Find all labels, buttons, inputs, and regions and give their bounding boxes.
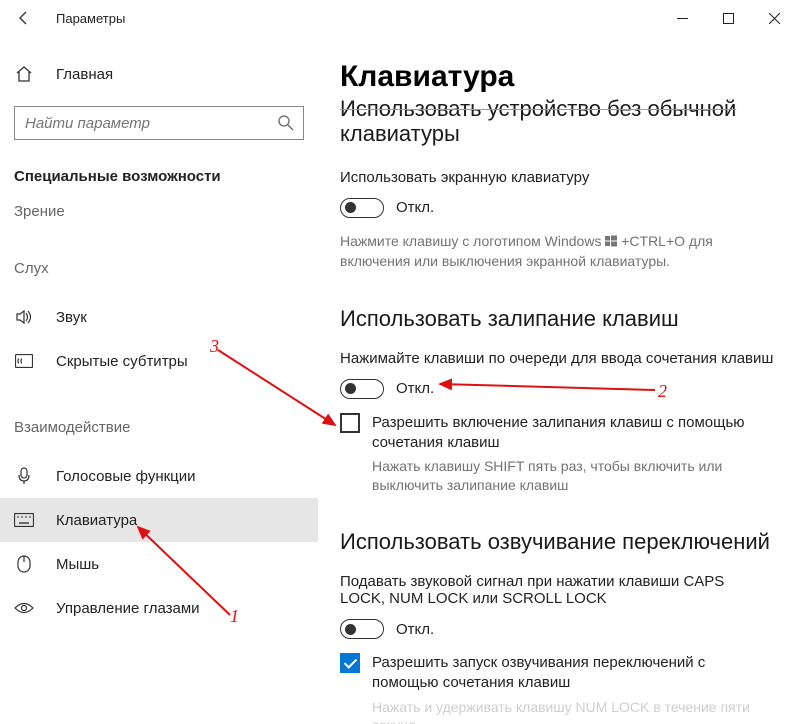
microphone-icon xyxy=(14,467,34,485)
togglekeys-toggle-state: Откл. xyxy=(396,621,434,638)
search-input-wrap[interactable] xyxy=(14,106,304,140)
speaker-icon xyxy=(14,308,34,326)
sidebar: Главная Специальные возможности Зрение С… xyxy=(0,36,318,724)
osk-hint: Нажмите клавишу с логотипом Windows +CTR… xyxy=(340,232,760,272)
arrow-left-icon xyxy=(16,10,32,26)
section-heading-sticky: Использовать залипание клавиш xyxy=(340,306,777,332)
mouse-icon xyxy=(14,555,34,573)
sidebar-item-label: Голосовые функции xyxy=(56,468,196,485)
sidebar-home[interactable]: Главная xyxy=(14,56,304,92)
togglekeys-setting-label: Подавать звуковой сигнал при нажатии кла… xyxy=(340,573,760,607)
sticky-toggle-state: Откл. xyxy=(396,380,434,397)
titlebar: Параметры xyxy=(0,0,797,36)
osk-toggle-state: Откл. xyxy=(396,199,434,216)
close-button[interactable] xyxy=(751,0,797,36)
sidebar-item-label: Скрытые субтитры xyxy=(56,353,188,370)
search-icon xyxy=(277,114,295,137)
windows-logo-icon xyxy=(605,233,617,253)
sticky-shortcut-label: Разрешить включение залипания клавиш с п… xyxy=(372,413,752,454)
sidebar-item-keyboard[interactable]: Клавиатура xyxy=(0,498,318,542)
sticky-setting-label: Нажимайте клавиши по очереди для ввода с… xyxy=(340,350,777,367)
page-title: Клавиатура xyxy=(340,60,777,94)
maximize-button[interactable] xyxy=(705,0,751,36)
sidebar-item-eye[interactable]: Управление глазами xyxy=(14,586,304,630)
sidebar-item-sound[interactable]: Звук xyxy=(14,295,304,339)
window-title: Параметры xyxy=(56,11,125,26)
sidebar-section-header: Специальные возможности xyxy=(14,168,304,185)
keyboard-icon xyxy=(14,513,34,527)
togglekeys-toggle[interactable] xyxy=(340,619,384,639)
sidebar-category-interaction: Взаимодействие xyxy=(14,419,304,436)
sidebar-home-label: Главная xyxy=(56,66,113,83)
togglekeys-shortcut-checkbox[interactable] xyxy=(340,653,360,673)
sidebar-item-label: Мышь xyxy=(56,556,99,573)
sidebar-category-vision: Зрение xyxy=(14,203,304,220)
home-icon xyxy=(14,65,34,83)
sidebar-item-label: Клавиатура xyxy=(56,512,137,529)
sidebar-item-mouse[interactable]: Мышь xyxy=(14,542,304,586)
osk-toggle[interactable] xyxy=(340,198,384,218)
sidebar-item-label: Звук xyxy=(56,309,87,326)
sticky-shortcut-hint: Нажать клавишу SHIFT пять раз, чтобы вкл… xyxy=(372,457,772,495)
section-heading-device: Использовать устройство без обычной клав… xyxy=(340,96,777,147)
sidebar-item-subtitles[interactable]: Скрытые субтитры xyxy=(14,339,304,383)
search-input[interactable] xyxy=(15,107,303,139)
content-pane: Клавиатура Использовать устройство без о… xyxy=(318,36,797,724)
sidebar-item-label: Управление глазами xyxy=(56,600,200,617)
sticky-toggle[interactable] xyxy=(340,379,384,399)
togglekeys-shortcut-label: Разрешить запуск озвучивания переключени… xyxy=(372,653,752,694)
eye-icon xyxy=(14,601,34,615)
captions-icon xyxy=(14,354,34,368)
section-heading-togglekeys: Использовать озвучивание переключений xyxy=(340,529,777,555)
sidebar-item-voice[interactable]: Голосовые функции xyxy=(14,454,304,498)
minimize-button[interactable] xyxy=(659,0,705,36)
togglekeys-shortcut-hint: Нажать и удерживать клавишу NUM LOCK в т… xyxy=(372,698,772,724)
sidebar-category-hearing: Слух xyxy=(14,260,304,277)
sticky-shortcut-checkbox[interactable] xyxy=(340,413,360,433)
osk-setting-label: Использовать экранную клавиатуру xyxy=(340,169,777,186)
back-button[interactable] xyxy=(0,0,48,36)
window-controls xyxy=(659,0,797,36)
